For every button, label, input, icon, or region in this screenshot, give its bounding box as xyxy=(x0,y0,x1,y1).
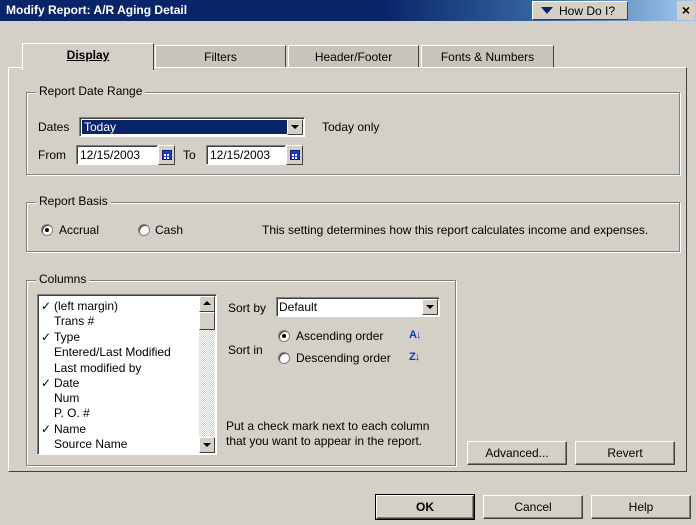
sort-by-value: Default xyxy=(279,300,318,314)
tab-display-label: Display xyxy=(66,48,110,62)
sort-in-label: Sort in xyxy=(228,343,263,357)
dates-description: Today only xyxy=(322,120,380,134)
calendar-icon xyxy=(162,150,172,160)
list-item[interactable]: ✓ Name xyxy=(41,422,86,437)
from-label: From xyxy=(38,148,66,162)
to-calendar-button[interactable] xyxy=(286,145,303,165)
tab-filters[interactable]: Filters xyxy=(155,45,286,68)
checkmark-icon: ✓ xyxy=(41,376,52,390)
cash-radio[interactable] xyxy=(138,224,150,236)
list-item-label: Entered/Last Modified xyxy=(54,345,171,359)
help-button[interactable]: Help xyxy=(591,495,691,519)
close-icon[interactable]: × xyxy=(677,1,695,20)
list-item-label: Last modified by xyxy=(54,361,142,375)
columns-scrollbar[interactable] xyxy=(199,296,215,453)
list-item-label: Name xyxy=(54,422,87,436)
list-item-label: Trans # xyxy=(54,314,95,328)
title-bar: Modify Report: A/R Aging Detail How Do I… xyxy=(0,0,696,21)
calendar-icon xyxy=(290,150,300,160)
list-item-label: P. O. # xyxy=(54,406,90,420)
list-item-label: Num xyxy=(54,391,80,405)
tab-fonts-numbers-label: Fonts & Numbers xyxy=(440,50,535,64)
report-date-range-label: Report Date Range xyxy=(36,84,146,98)
list-item[interactable]: ✓ (left margin) xyxy=(41,299,118,314)
sort-ascending-icon: A↓ xyxy=(409,329,421,341)
from-calendar-button[interactable] xyxy=(158,145,175,165)
chevron-down-icon[interactable] xyxy=(287,119,303,135)
tab-header-footer-label: Header/Footer xyxy=(314,50,393,64)
descending-label[interactable]: Descending order xyxy=(296,351,391,365)
list-item[interactable]: ✓ Type xyxy=(41,330,80,345)
list-item[interactable]: Num xyxy=(41,391,79,406)
dates-dropdown[interactable]: Today xyxy=(79,117,305,137)
cash-label[interactable]: Cash xyxy=(155,223,183,237)
scroll-down-icon[interactable] xyxy=(199,437,215,453)
ascending-label[interactable]: Ascending order xyxy=(296,329,383,343)
from-date-field[interactable]: 12/15/2003 xyxy=(76,145,158,165)
how-do-i-button[interactable]: How Do I? xyxy=(532,1,628,20)
ascending-radio[interactable] xyxy=(278,330,290,342)
list-item-label: Type xyxy=(54,330,81,344)
to-label: To xyxy=(183,148,196,162)
list-item[interactable]: Trans # xyxy=(41,314,94,329)
dates-label: Dates xyxy=(38,120,70,134)
how-do-i-label: How Do I? xyxy=(559,3,616,18)
list-item[interactable]: Last modified by xyxy=(41,361,141,376)
list-item-label: (left margin) xyxy=(54,299,119,313)
columns-label: Columns xyxy=(36,272,90,286)
tab-filters-label: Filters xyxy=(204,50,237,64)
list-item[interactable]: Entered/Last Modified xyxy=(41,345,171,360)
accrual-radio[interactable] xyxy=(41,224,53,236)
tab-fonts-numbers[interactable]: Fonts & Numbers xyxy=(421,45,554,68)
sort-descending-icon: Z↓ xyxy=(409,351,420,363)
checkmark-icon: ✓ xyxy=(41,422,52,436)
list-item-label: Date xyxy=(54,376,80,390)
chevron-down-icon xyxy=(541,7,553,14)
columns-help-line2: that you want to appear in the report. xyxy=(226,434,423,448)
sort-by-dropdown[interactable]: Default xyxy=(276,297,440,317)
checkmark-icon: ✓ xyxy=(41,330,52,344)
tab-display[interactable]: Display xyxy=(22,43,154,70)
dates-value: Today xyxy=(84,120,117,134)
revert-button[interactable]: Revert xyxy=(575,441,675,465)
accrual-label[interactable]: Accrual xyxy=(59,223,99,237)
advanced-button[interactable]: Advanced... xyxy=(467,441,567,465)
columns-listbox[interactable]: ✓ (left margin) Trans # ✓ Type Entered/Las… xyxy=(37,294,217,455)
checkmark-icon: ✓ xyxy=(41,299,52,313)
window-title: Modify Report: A/R Aging Detail xyxy=(6,3,188,17)
list-item[interactable]: ✓ Date xyxy=(41,376,79,391)
report-basis-label: Report Basis xyxy=(36,194,111,208)
tab-header-footer[interactable]: Header/Footer xyxy=(288,45,419,68)
list-item[interactable]: Source Name xyxy=(41,437,127,452)
list-item[interactable]: P. O. # xyxy=(41,406,90,421)
to-date-field[interactable]: 12/15/2003 xyxy=(206,145,286,165)
columns-help-line1: Put a check mark next to each column xyxy=(226,419,430,433)
chevron-down-icon[interactable] xyxy=(422,299,438,315)
sort-by-label: Sort by xyxy=(228,301,267,315)
list-item-label: Source Name xyxy=(54,437,128,451)
basis-description: This setting determines how this report … xyxy=(262,223,649,237)
scroll-up-icon[interactable] xyxy=(199,296,215,312)
descending-radio[interactable] xyxy=(278,352,290,364)
scroll-thumb[interactable] xyxy=(199,312,215,330)
ok-button[interactable]: OK xyxy=(375,494,475,520)
cancel-button[interactable]: Cancel xyxy=(483,495,583,519)
